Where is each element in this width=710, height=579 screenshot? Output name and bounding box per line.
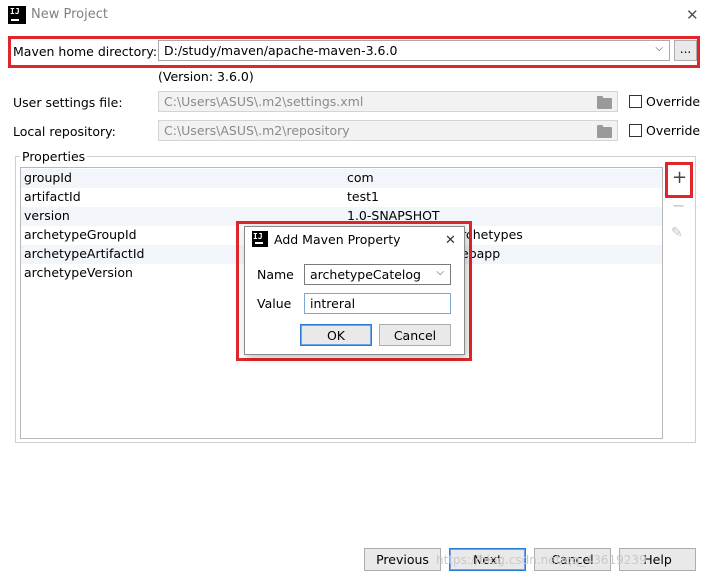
property-key: artifactId <box>24 189 81 204</box>
local-repository-label: Local repository: <box>13 124 116 139</box>
local-repository-field: C:\Users\ASUS\.m2\repository <box>158 120 618 141</box>
value-input-field[interactable] <box>305 294 450 313</box>
maven-home-combo[interactable]: D:/study/maven/apache-maven-3.6.0 ⌵ <box>158 40 670 61</box>
local-repository-value: C:\Users\ASUS\.m2\repository <box>164 123 350 138</box>
chevron-down-icon[interactable]: ⌵ <box>436 267 444 278</box>
table-row[interactable]: artifactId test1 <box>21 188 662 207</box>
window-title: New Project <box>31 7 108 22</box>
override-repository-checkbox[interactable] <box>629 124 642 137</box>
logo-text: IJ <box>10 7 20 16</box>
dialog-cancel-button[interactable]: Cancel <box>379 324 451 346</box>
value-input[interactable] <box>304 293 451 314</box>
property-key: archetypeVersion <box>24 265 133 280</box>
value-label: Value <box>257 296 292 311</box>
user-settings-label: User settings file: <box>13 95 123 110</box>
intellij-logo-icon: IJ <box>252 231 268 247</box>
name-combo[interactable]: archetypeCatelog ⌵ <box>304 264 451 285</box>
title-bar: IJ New Project ✕ <box>0 0 710 32</box>
intellij-logo-icon: IJ <box>8 6 26 24</box>
name-value: archetypeCatelog <box>310 267 421 282</box>
edit-icon[interactable]: ✎ <box>671 223 683 243</box>
previous-button[interactable]: Previous <box>364 548 441 571</box>
name-label: Name <box>257 267 294 282</box>
watermark: https://blog.csdn.net/qq_43619239 <box>436 553 647 567</box>
override-repository-label: Override <box>646 123 701 138</box>
ok-button[interactable]: OK <box>300 324 372 346</box>
property-key: version <box>24 208 70 223</box>
browse-button[interactable]: ... <box>674 40 697 61</box>
user-settings-field: C:\Users\ASUS\.m2\settings.xml <box>158 91 618 112</box>
maven-version-text: (Version: 3.6.0) <box>158 69 254 84</box>
maven-home-label: Maven home directory: <box>13 44 158 59</box>
property-key: archetypeGroupId <box>24 227 137 242</box>
override-settings-label: Override <box>646 94 701 109</box>
user-settings-value: C:\Users\ASUS\.m2\settings.xml <box>164 94 364 109</box>
folder-icon <box>597 96 612 109</box>
property-value: com <box>347 170 374 185</box>
override-settings-checkbox[interactable] <box>629 95 642 108</box>
table-row[interactable]: groupId com <box>21 169 662 188</box>
chevron-down-icon[interactable]: ⌵ <box>655 43 663 54</box>
add-icon[interactable]: + <box>672 168 687 188</box>
remove-icon[interactable]: − <box>672 196 685 216</box>
property-value: test1 <box>347 189 379 204</box>
folder-icon <box>597 125 612 138</box>
dialog-close-icon[interactable]: ✕ <box>445 233 456 248</box>
add-property-dialog: IJ Add Maven Property ✕ Name archetypeCa… <box>244 226 465 355</box>
property-key: archetypeArtifactId <box>24 246 145 261</box>
dialog-title: Add Maven Property <box>274 232 401 247</box>
properties-label: Properties <box>20 149 88 164</box>
maven-home-value: D:/study/maven/apache-maven-3.6.0 <box>164 43 398 58</box>
property-key: groupId <box>24 170 72 185</box>
logo-text: IJ <box>253 232 263 241</box>
close-icon[interactable]: ✕ <box>686 8 699 23</box>
